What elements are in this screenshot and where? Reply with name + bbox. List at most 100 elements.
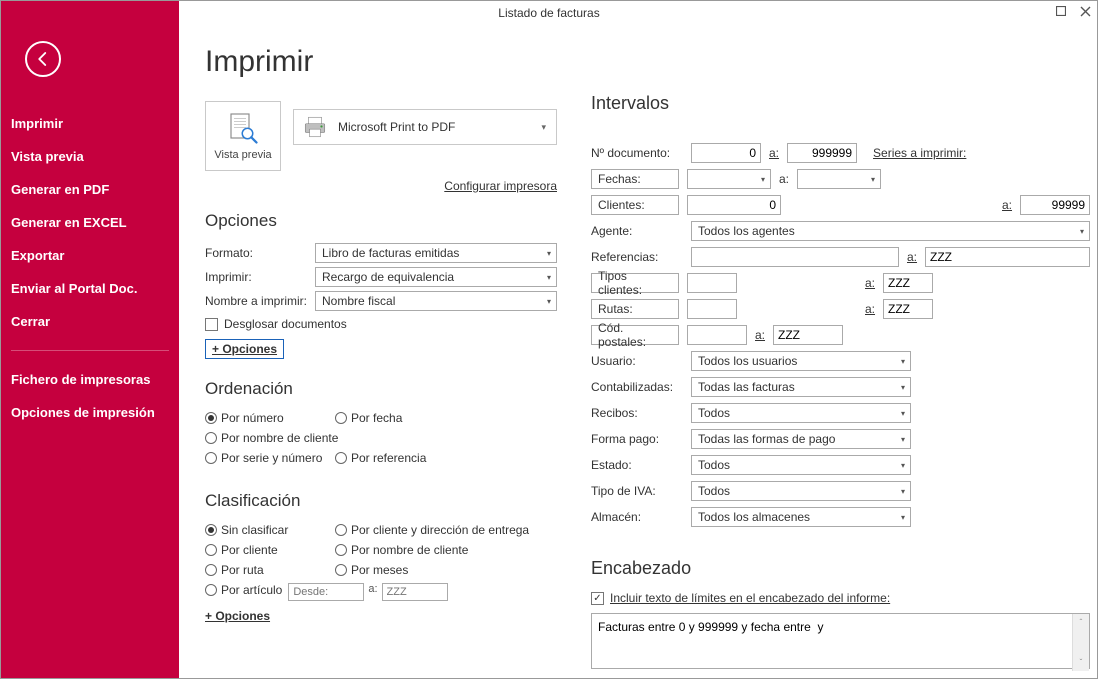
sidebar-item-fichero-impresoras[interactable]: Fichero de impresoras: [1, 363, 179, 396]
cp-from-input[interactable]: [687, 325, 747, 345]
clientes-to-input[interactable]: [1020, 195, 1090, 215]
sidebar-item-opciones-impresion[interactable]: Opciones de impresión: [1, 396, 179, 429]
desglosar-label: Desglosar documentos: [224, 317, 347, 331]
sidebar-item-cerrar[interactable]: Cerrar: [1, 305, 179, 338]
ref-a-label[interactable]: a:: [907, 250, 917, 264]
tipos-button[interactable]: Tipos clientes:: [591, 273, 679, 293]
tipos-a-label[interactable]: a:: [865, 276, 875, 290]
cp-a-label[interactable]: a:: [755, 328, 765, 342]
printer-icon: [302, 114, 328, 140]
radio-por-nombre[interactable]: Por nombre de cliente: [205, 431, 338, 445]
encabezado-textarea[interactable]: [591, 613, 1090, 669]
tipos-to-input[interactable]: [883, 273, 933, 293]
radio-por-nombre-cliente[interactable]: Por nombre de cliente: [335, 543, 468, 557]
ndoc-from-input[interactable]: [691, 143, 761, 163]
iva-select[interactable]: Todos▾: [691, 481, 911, 501]
sidebar-item-vista-previa[interactable]: Vista previa: [1, 140, 179, 173]
radio-por-serie[interactable]: Por serie y número: [205, 451, 335, 465]
fecha-from-select[interactable]: ▾: [687, 169, 771, 189]
chevron-down-icon: ▾: [901, 383, 905, 392]
nombre-label: Nombre a imprimir:: [205, 294, 315, 308]
estado-select[interactable]: Todos▾: [691, 455, 911, 475]
incluir-limites-checkbox[interactable]: ✓: [591, 592, 604, 605]
articulo-a-label: a:: [368, 583, 377, 603]
maximize-button[interactable]: [1055, 5, 1067, 17]
rutas-a-label[interactable]: a:: [865, 302, 875, 316]
ndoc-a-label[interactable]: a:: [769, 146, 779, 160]
fecha-to-select[interactable]: ▾: [797, 169, 881, 189]
mas-opciones-2[interactable]: + Opciones: [205, 609, 270, 623]
series-link[interactable]: Series a imprimir:: [873, 146, 966, 160]
chevron-down-icon: ▾: [901, 435, 905, 444]
section-intervalos: Intervalos: [591, 93, 1090, 114]
chevron-down-icon: ▾: [541, 122, 546, 133]
alm-select[interactable]: Todos los almacenes▾: [691, 507, 911, 527]
usuario-select[interactable]: Todos los usuarios▾: [691, 351, 911, 371]
forma-select[interactable]: Todas las formas de pago▾: [691, 429, 911, 449]
estado-label: Estado:: [591, 458, 691, 472]
radio-por-referencia[interactable]: Por referencia: [335, 451, 426, 465]
recibos-label: Recibos:: [591, 406, 691, 420]
rutas-to-input[interactable]: [883, 299, 933, 319]
agente-select[interactable]: Todos los agentes▾: [691, 221, 1090, 241]
cp-button[interactable]: Cód. postales:: [591, 325, 679, 345]
sidebar-item-generar-excel[interactable]: Generar en EXCEL: [1, 206, 179, 239]
nombre-select[interactable]: Nombre fiscal▾: [315, 291, 557, 311]
section-clasificacion: Clasificación: [205, 491, 557, 511]
imprimir-select[interactable]: Recargo de equivalencia▾: [315, 267, 557, 287]
close-button[interactable]: [1079, 5, 1091, 17]
contab-select[interactable]: Todas las facturas▾: [691, 377, 911, 397]
preview-button[interactable]: Vista previa: [205, 101, 281, 171]
sidebar-divider: [11, 350, 169, 351]
forma-label: Forma pago:: [591, 432, 691, 446]
chevron-down-icon: ▾: [761, 175, 765, 184]
chevron-down-icon: ▾: [901, 409, 905, 418]
ref-to-input[interactable]: [925, 247, 1090, 267]
radio-sin-clasificar[interactable]: Sin clasificar: [205, 523, 335, 537]
formato-select[interactable]: Libro de facturas emitidas▾: [315, 243, 557, 263]
radio-por-fecha[interactable]: Por fecha: [335, 411, 465, 425]
radio-por-cliente[interactable]: Por cliente: [205, 543, 335, 557]
radio-por-numero[interactable]: Por número: [205, 411, 335, 425]
clientes-a-label[interactable]: a:: [1002, 198, 1012, 212]
sidebar-item-generar-pdf[interactable]: Generar en PDF: [1, 173, 179, 206]
desglosar-checkbox[interactable]: [205, 318, 218, 331]
scroll-down-icon[interactable]: ˇ: [1073, 654, 1089, 671]
radio-por-ruta[interactable]: Por ruta: [205, 563, 335, 577]
rutas-from-input[interactable]: [687, 299, 737, 319]
recibos-select[interactable]: Todos▾: [691, 403, 911, 423]
fechas-button[interactable]: Fechas:: [591, 169, 679, 189]
document-magnifier-icon: [225, 111, 261, 147]
printer-select[interactable]: Microsoft Print to PDF ▾: [293, 109, 557, 145]
articulo-hasta-input[interactable]: [382, 583, 448, 601]
radio-por-meses[interactable]: Por meses: [335, 563, 408, 577]
rutas-button[interactable]: Rutas:: [591, 299, 679, 319]
contab-label: Contabilizadas:: [591, 380, 691, 394]
chevron-down-icon: ▾: [901, 461, 905, 470]
preview-label: Vista previa: [214, 149, 271, 161]
config-printer-link[interactable]: Configurar impresora: [444, 179, 557, 193]
chevron-down-icon: ▾: [901, 513, 905, 522]
radio-cliente-direccion[interactable]: Por cliente y dirección de entrega: [335, 523, 529, 537]
tipos-from-input[interactable]: [687, 273, 737, 293]
scroll-up-icon[interactable]: ˆ: [1073, 614, 1089, 631]
sidebar-item-exportar[interactable]: Exportar: [1, 239, 179, 272]
sidebar-item-enviar-portal[interactable]: Enviar al Portal Doc.: [1, 272, 179, 305]
clientes-from-input[interactable]: [687, 195, 781, 215]
agente-label: Agente:: [591, 224, 691, 238]
articulo-desde-input[interactable]: [288, 583, 364, 601]
mas-opciones-1[interactable]: + Opciones: [205, 339, 284, 359]
section-encabezado: Encabezado: [591, 558, 1090, 579]
chevron-down-icon: ▾: [547, 297, 551, 306]
sidebar-item-imprimir[interactable]: Imprimir: [1, 107, 179, 140]
chevron-down-icon: ▾: [547, 273, 551, 282]
window-title: Listado de facturas: [498, 6, 599, 20]
usuario-label: Usuario:: [591, 354, 691, 368]
scrollbar[interactable]: ˆ ˇ: [1072, 614, 1089, 671]
back-button[interactable]: [25, 41, 61, 77]
radio-por-articulo[interactable]: Por artículo: [205, 583, 282, 597]
cp-to-input[interactable]: [773, 325, 843, 345]
clientes-button[interactable]: Clientes:: [591, 195, 679, 215]
ndoc-to-input[interactable]: [787, 143, 857, 163]
ref-from-input[interactable]: [691, 247, 899, 267]
